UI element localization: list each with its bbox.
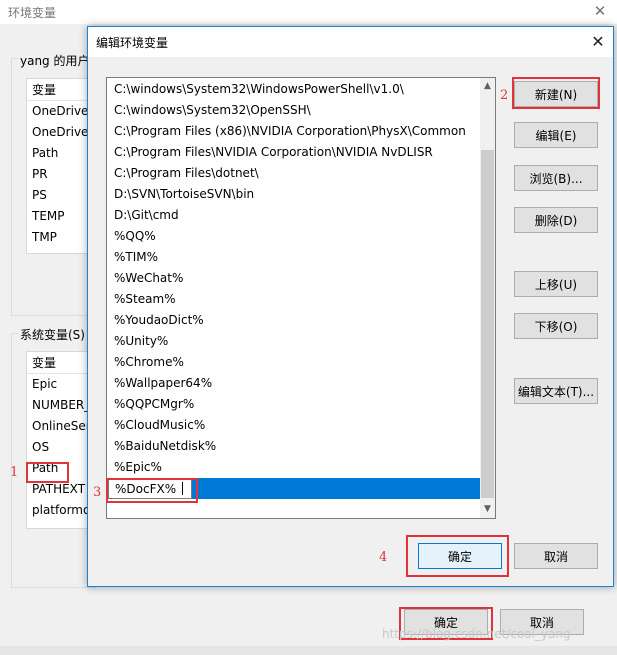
path-entry-row[interactable]: %TIM%: [107, 247, 480, 268]
path-entry-row[interactable]: %Chrome%: [107, 352, 480, 373]
path-entry-row[interactable]: C:\Program Files\NVIDIA Corporation\NVID…: [107, 142, 480, 163]
path-entry-row[interactable]: %CloudMusic%: [107, 415, 480, 436]
user-variables-group-label: yang 的用户: [18, 52, 92, 69]
path-entry-row[interactable]: %QQPCMgr%: [107, 394, 480, 415]
step-1-label: 1: [10, 465, 19, 480]
path-entries-items: C:\windows\System32\WindowsPowerShell\v1…: [107, 79, 480, 499]
move-down-button[interactable]: 下移(O): [514, 313, 598, 339]
step-3-label: 3: [93, 485, 102, 500]
edit-text-button[interactable]: 编辑文本(T)...: [514, 378, 598, 404]
path-entries-list[interactable]: C:\windows\System32\WindowsPowerShell\v1…: [106, 77, 496, 519]
path-entry-row[interactable]: C:\windows\System32\WindowsPowerShell\v1…: [107, 79, 480, 100]
step-4-label: 4: [379, 550, 388, 565]
highlight-new-button: [512, 77, 600, 109]
user-variable-row[interactable]: OneDrive: [27, 101, 89, 122]
env-window-titlebar: [0, 0, 617, 24]
edit-button[interactable]: 编辑(E): [514, 122, 598, 148]
path-entry-row[interactable]: C:\Program Files (x86)\NVIDIA Corporatio…: [107, 121, 480, 142]
path-entry-row[interactable]: %YoudaoDict%: [107, 310, 480, 331]
watermark: https://blog.csdn.net/cool_yang: [382, 627, 571, 641]
path-entry-row[interactable]: C:\windows\System32\OpenSSH\: [107, 100, 480, 121]
user-variables-header[interactable]: 变量: [27, 79, 89, 101]
path-entry-row[interactable]: %Steam%: [107, 289, 480, 310]
dialog-cancel-button[interactable]: 取消: [514, 543, 598, 569]
system-variables-group-label: 系统变量(S): [18, 326, 87, 343]
system-variable-row[interactable]: platformo: [27, 500, 89, 521]
system-variables-header[interactable]: 变量: [27, 352, 89, 374]
path-entry-row[interactable]: C:\Program Files\dotnet\: [107, 163, 480, 184]
scrollbar-thumb[interactable]: [481, 150, 494, 498]
env-window-close-icon[interactable]: ✕: [590, 1, 610, 21]
dialog-title: 编辑环境变量: [96, 36, 169, 50]
highlight-system-path-row: [26, 462, 69, 483]
path-entry-row[interactable]: D:\Git\cmd: [107, 205, 480, 226]
browse-button[interactable]: 浏览(B)...: [514, 165, 598, 191]
path-entry-row[interactable]: %QQ%: [107, 226, 480, 247]
user-variables-list[interactable]: 变量 OneDrive OneDrive Path PR PS TEMP TMP: [26, 78, 90, 254]
path-entry-row[interactable]: %Unity%: [107, 331, 480, 352]
system-variable-row[interactable]: NUMBER_: [27, 395, 89, 416]
system-variables-list[interactable]: 变量 Epic NUMBER_ OnlineSer OS Path PATHEX…: [26, 351, 90, 529]
user-variable-row[interactable]: TMP: [27, 227, 89, 248]
user-variable-row[interactable]: OneDrive: [27, 122, 89, 143]
delete-button[interactable]: 删除(D): [514, 207, 598, 233]
system-variable-row[interactable]: OnlineSer: [27, 416, 89, 437]
path-entry-row[interactable]: %WeChat%: [107, 268, 480, 289]
highlight-new-entry: [106, 478, 198, 503]
path-list-scrollbar[interactable]: ▲ ▼: [480, 78, 495, 518]
system-variable-row[interactable]: OS: [27, 437, 89, 458]
env-window-title: 环境变量: [8, 6, 57, 20]
scroll-up-arrow-icon[interactable]: ▲: [480, 78, 495, 95]
dialog-close-icon[interactable]: ✕: [586, 30, 610, 54]
step-2-label: 2: [500, 88, 509, 103]
path-entry-row[interactable]: %Wallpaper64%: [107, 373, 480, 394]
path-entry-row[interactable]: %Epic%: [107, 457, 480, 478]
user-variable-row[interactable]: TEMP: [27, 206, 89, 227]
highlight-dialog-ok-button: [406, 535, 509, 577]
path-entry-row[interactable]: D:\SVN\TortoiseSVN\bin: [107, 184, 480, 205]
user-variable-row[interactable]: Path: [27, 143, 89, 164]
scroll-down-arrow-icon[interactable]: ▼: [480, 501, 495, 518]
user-variable-row[interactable]: PS: [27, 185, 89, 206]
system-variable-row[interactable]: Epic: [27, 374, 89, 395]
path-entry-row[interactable]: %BaiduNetdisk%: [107, 436, 480, 457]
window-bottom-edge: [0, 646, 617, 655]
user-variable-row[interactable]: PR: [27, 164, 89, 185]
move-up-button[interactable]: 上移(U): [514, 271, 598, 297]
